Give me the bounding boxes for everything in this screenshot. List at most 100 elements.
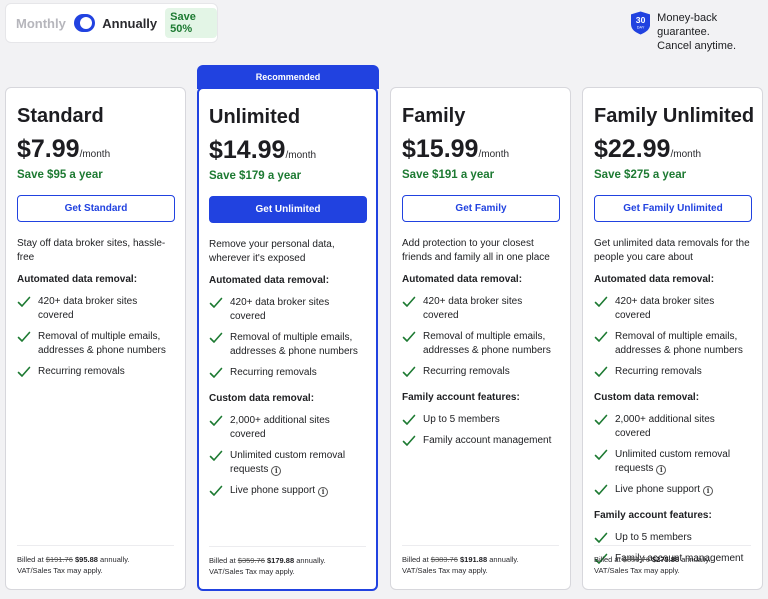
feature-item: Recurring removals <box>402 365 559 379</box>
get-plan-button[interactable]: Get Unlimited <box>209 196 367 223</box>
feature-list: Automated data removal: 420+ data broker … <box>594 274 751 573</box>
info-icon[interactable]: i <box>656 465 667 475</box>
billing-note: Billed at $191.76 $95.88 annually. VAT/Sa… <box>17 545 174 576</box>
feature-item: 420+ data broker sites covered <box>17 295 174 323</box>
check-icon <box>17 331 31 342</box>
recommended-ribbon: Recommended <box>197 65 379 89</box>
tax-note: VAT/Sales Tax may apply. <box>402 566 488 575</box>
feature-item: Up to 5 members <box>594 531 751 545</box>
feature-text: Up to 5 members <box>423 414 500 425</box>
feature-list: Automated data removal: 420+ data broker … <box>17 274 174 386</box>
billed-suffix: annually. <box>296 556 326 565</box>
feature-item: 2,000+ additional sites covered <box>594 413 751 441</box>
check-icon <box>17 296 31 307</box>
feature-text: 2,000+ additional sites covered <box>615 414 715 439</box>
original-price: $359.76 <box>237 556 265 565</box>
plan-card-family: Family $15.99/month Save $191 a year Get Fa… <box>390 87 571 590</box>
guarantee-line: Money-back guarantee. <box>657 12 718 38</box>
feature-section-heading: Family account features: <box>594 510 712 521</box>
feature-text: Recurring removals <box>615 366 702 377</box>
svg-text:30: 30 <box>636 15 646 25</box>
annual-savings: Save $191 a year <box>402 169 495 181</box>
billed-prefix: Billed at <box>594 555 621 564</box>
check-icon <box>594 296 608 307</box>
check-icon <box>594 331 608 342</box>
feature-text: Removal of multiple emails, addresses & … <box>38 331 166 356</box>
switch-knob <box>80 17 93 29</box>
price-period: /month <box>285 150 317 161</box>
feature-item: Removal of multiple emails, addresses & … <box>17 330 174 358</box>
shield-30-day-icon: 30 DAY <box>631 11 651 35</box>
annually-option[interactable]: Annually <box>102 16 157 31</box>
feature-item: Unlimited custom removal requests i <box>594 448 751 476</box>
feature-item: Recurring removals <box>594 365 751 379</box>
feature-text: 420+ data broker sites covered <box>38 296 138 321</box>
feature-section-heading: Automated data removal: <box>17 274 138 285</box>
feature-section-heading: Custom data removal: <box>594 392 700 403</box>
plan-name: Family Unlimited <box>594 105 755 127</box>
monthly-option[interactable]: Monthly <box>16 16 66 31</box>
info-icon[interactable]: i <box>318 487 329 497</box>
original-price: $383.76 <box>430 555 458 564</box>
feature-item: Removal of multiple emails, addresses & … <box>402 330 559 358</box>
billed-suffix: annually. <box>489 555 519 564</box>
check-icon <box>402 366 416 377</box>
plan-name: Standard <box>17 105 104 127</box>
money-back-guarantee: 30 DAY Money-back guarantee. Cancel anyt… <box>631 11 768 53</box>
feature-item: Family account management <box>402 434 559 448</box>
billing-switch[interactable] <box>73 14 96 32</box>
feature-text: Unlimited custom removal requests <box>230 450 346 475</box>
feature-text: 2,000+ additional sites covered <box>230 415 330 440</box>
check-icon <box>594 532 608 543</box>
info-icon[interactable]: i <box>703 486 714 496</box>
check-icon <box>402 331 416 342</box>
billing-period-toggle: Monthly Annually Save 50% <box>5 3 218 43</box>
check-icon <box>209 450 223 461</box>
discounted-price: $95.88 <box>75 555 98 564</box>
get-plan-button[interactable]: Get Standard <box>17 195 175 222</box>
tax-note: VAT/Sales Tax may apply. <box>209 567 295 576</box>
plan-card-family-unlimited: Family Unlimited $22.99/month Save $275 a … <box>582 87 763 590</box>
plan-price: $22.99 <box>594 135 671 163</box>
billed-suffix: annually. <box>100 555 130 564</box>
plan-description: Add protection to your closest friends a… <box>402 238 550 263</box>
plan-name: Family <box>402 105 466 127</box>
price-period: /month <box>670 149 702 160</box>
plan-card-standard: Standard $7.99/month Save $95 a year Get St… <box>5 87 186 590</box>
original-price: $551.76 <box>622 555 650 564</box>
info-icon[interactable]: i <box>271 466 282 476</box>
get-plan-button[interactable]: Get Family <box>402 195 560 222</box>
plan-description: Remove your personal data, wherever it's… <box>209 239 335 264</box>
get-plan-button[interactable]: Get Family Unlimited <box>594 195 752 222</box>
tax-note: VAT/Sales Tax may apply. <box>17 566 103 575</box>
discounted-price: $275.88 <box>652 555 680 564</box>
cancel-anytime-line: Cancel anytime. <box>657 40 737 52</box>
feature-section-heading: Family account features: <box>402 392 520 403</box>
feature-text: Recurring removals <box>230 367 317 378</box>
feature-text: Up to 5 members <box>615 532 692 543</box>
plan-price: $14.99 <box>209 136 286 164</box>
feature-item: 420+ data broker sites covered <box>594 295 751 323</box>
feature-text: Removal of multiple emails, addresses & … <box>615 331 743 356</box>
check-icon <box>17 366 31 377</box>
check-icon <box>209 415 223 426</box>
check-icon <box>209 332 223 343</box>
plan-card-unlimited: Unlimited $14.99/month Save $179 a year Get… <box>197 87 378 591</box>
billed-prefix: Billed at <box>17 555 44 564</box>
feature-text: Live phone support <box>615 484 701 495</box>
feature-text: Family account management <box>423 435 552 446</box>
billed-prefix: Billed at <box>209 556 236 565</box>
save-percent-badge: Save 50% <box>165 8 217 38</box>
feature-item: 420+ data broker sites covered <box>209 296 366 324</box>
billing-note: Billed at $383.76 $191.88 annually. VAT/S… <box>402 545 559 576</box>
feature-item: 2,000+ additional sites covered <box>209 414 366 442</box>
feature-text: Unlimited custom removal requests <box>615 449 731 474</box>
feature-item: Recurring removals <box>17 365 174 379</box>
feature-text: Removal of multiple emails, addresses & … <box>423 331 551 356</box>
feature-item: Recurring removals <box>209 366 366 380</box>
feature-section-heading: Automated data removal: <box>209 275 330 286</box>
price-period: /month <box>478 149 510 160</box>
check-icon <box>209 297 223 308</box>
feature-section-heading: Automated data removal: <box>594 274 715 285</box>
billed-suffix: annually. <box>681 555 711 564</box>
